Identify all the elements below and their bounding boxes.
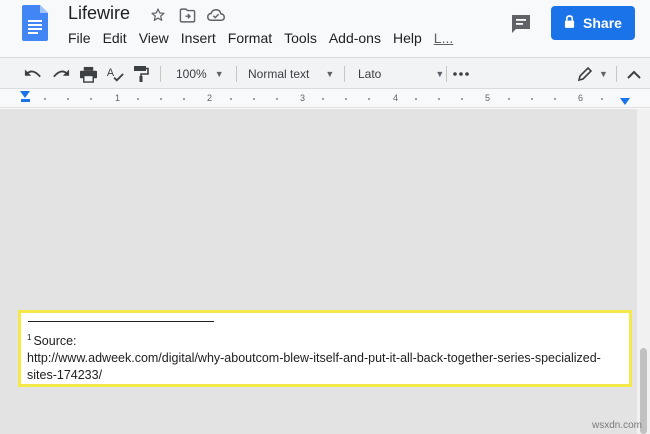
ruler-tick-label: 4 bbox=[393, 93, 399, 103]
menu-file[interactable]: File bbox=[68, 30, 91, 46]
menu-bar: File Edit View Insert Format Tools Add-o… bbox=[68, 30, 465, 46]
paint-format-icon[interactable] bbox=[133, 58, 149, 90]
toolbar-divider bbox=[160, 66, 161, 82]
ruler-dot bbox=[276, 98, 278, 100]
ruler-dot bbox=[137, 98, 139, 100]
ruler-dot bbox=[415, 98, 417, 100]
menu-view[interactable]: View bbox=[139, 30, 169, 46]
editing-mode-select[interactable]: ▼ bbox=[577, 58, 608, 90]
share-button-label: Share bbox=[583, 15, 622, 31]
menu-insert[interactable]: Insert bbox=[181, 30, 216, 46]
ruler-tick-label: 6 bbox=[578, 93, 584, 103]
comment-history-icon[interactable] bbox=[509, 12, 533, 36]
pencil-icon bbox=[577, 66, 593, 82]
footnote-url-line-1[interactable]: http://www.adweek.com/digital/why-aboutc… bbox=[27, 351, 601, 365]
undo-icon[interactable] bbox=[24, 58, 42, 90]
footnote-label: Source: bbox=[33, 334, 77, 348]
chevron-down-icon: ▼ bbox=[214, 69, 224, 79]
font-value: Lato bbox=[358, 67, 382, 81]
docs-header: Lifewire File Edit View Insert Format To… bbox=[0, 0, 650, 56]
lock-icon bbox=[564, 15, 575, 31]
left-indent-marker[interactable] bbox=[20, 91, 30, 98]
toolbar: A 100% ▼ Normal text ▼ Lato ▼ ▼ bbox=[0, 57, 650, 89]
ruler-tick-label: 2 bbox=[207, 93, 213, 103]
font-select[interactable]: Lato ▼ bbox=[358, 58, 444, 90]
menu-format[interactable]: Format bbox=[228, 30, 272, 46]
footnote-number: 1 bbox=[27, 333, 32, 342]
ruler-dot bbox=[554, 98, 556, 100]
ruler-dot bbox=[44, 98, 46, 100]
ruler-dot bbox=[368, 98, 370, 100]
toolbar-divider bbox=[236, 66, 237, 82]
toolbar-divider bbox=[344, 66, 345, 82]
right-indent-marker[interactable] bbox=[620, 98, 630, 105]
footnote-text[interactable]: 1 Source: http://www.adweek.com/digital/w… bbox=[27, 329, 629, 384]
zoom-select[interactable]: 100% ▼ bbox=[176, 58, 224, 90]
paragraph-style-select[interactable]: Normal text ▼ bbox=[248, 58, 334, 90]
menu-add-ons[interactable]: Add-ons bbox=[329, 30, 381, 46]
ruler-tick-label: 1 bbox=[115, 93, 121, 103]
chevron-down-icon: ▼ bbox=[325, 69, 335, 79]
star-icon[interactable] bbox=[148, 5, 168, 25]
toolbar-divider bbox=[616, 66, 617, 82]
redo-icon[interactable] bbox=[52, 58, 70, 90]
ruler-dot bbox=[345, 98, 347, 100]
spellcheck-icon[interactable]: A bbox=[106, 58, 124, 90]
ruler-dot bbox=[461, 98, 463, 100]
zoom-value: 100% bbox=[176, 67, 207, 81]
watermark: wsxdn.com bbox=[592, 420, 643, 431]
move-folder-icon[interactable] bbox=[177, 5, 197, 25]
document-title[interactable]: Lifewire bbox=[68, 3, 130, 24]
ruler[interactable]: 1 2 3 4 5 6 bbox=[0, 90, 650, 108]
cloud-saved-icon[interactable] bbox=[206, 5, 226, 25]
collapse-menus-icon[interactable] bbox=[627, 58, 641, 90]
last-edit-link[interactable]: L... bbox=[434, 30, 453, 46]
ruler-dot bbox=[438, 98, 440, 100]
menu-edit[interactable]: Edit bbox=[103, 30, 127, 46]
menu-help[interactable]: Help bbox=[393, 30, 422, 46]
ruler-dot bbox=[183, 98, 185, 100]
ruler-dot bbox=[322, 98, 324, 100]
footnote-url-line-2[interactable]: sites-174233/ bbox=[27, 368, 102, 382]
print-icon[interactable] bbox=[79, 58, 98, 90]
share-button[interactable]: Share bbox=[551, 6, 635, 40]
ruler-dot bbox=[230, 98, 232, 100]
ruler-dot bbox=[508, 98, 510, 100]
ruler-dot bbox=[601, 98, 603, 100]
ruler-dot bbox=[531, 98, 533, 100]
title-actions bbox=[148, 5, 226, 25]
ruler-tick-label: 5 bbox=[485, 93, 491, 103]
ruler-dot bbox=[253, 98, 255, 100]
chevron-down-icon: ▼ bbox=[599, 69, 608, 79]
paragraph-style-value: Normal text bbox=[248, 67, 310, 81]
footnote-highlight[interactable]: 1 Source: http://www.adweek.com/digital/w… bbox=[18, 310, 632, 387]
google-docs-logo-icon[interactable] bbox=[22, 5, 48, 41]
svg-text:A: A bbox=[107, 67, 115, 79]
ruler-dot bbox=[90, 98, 92, 100]
ruler-dot bbox=[160, 98, 162, 100]
footnote-separator bbox=[28, 321, 214, 322]
first-line-indent-marker[interactable] bbox=[21, 99, 30, 102]
chevron-down-icon: ▼ bbox=[435, 69, 445, 79]
ruler-dot bbox=[67, 98, 69, 100]
menu-tools[interactable]: Tools bbox=[284, 30, 317, 46]
toolbar-divider bbox=[446, 66, 447, 82]
ruler-tick-label: 3 bbox=[300, 93, 306, 103]
more-icon[interactable] bbox=[453, 58, 469, 90]
